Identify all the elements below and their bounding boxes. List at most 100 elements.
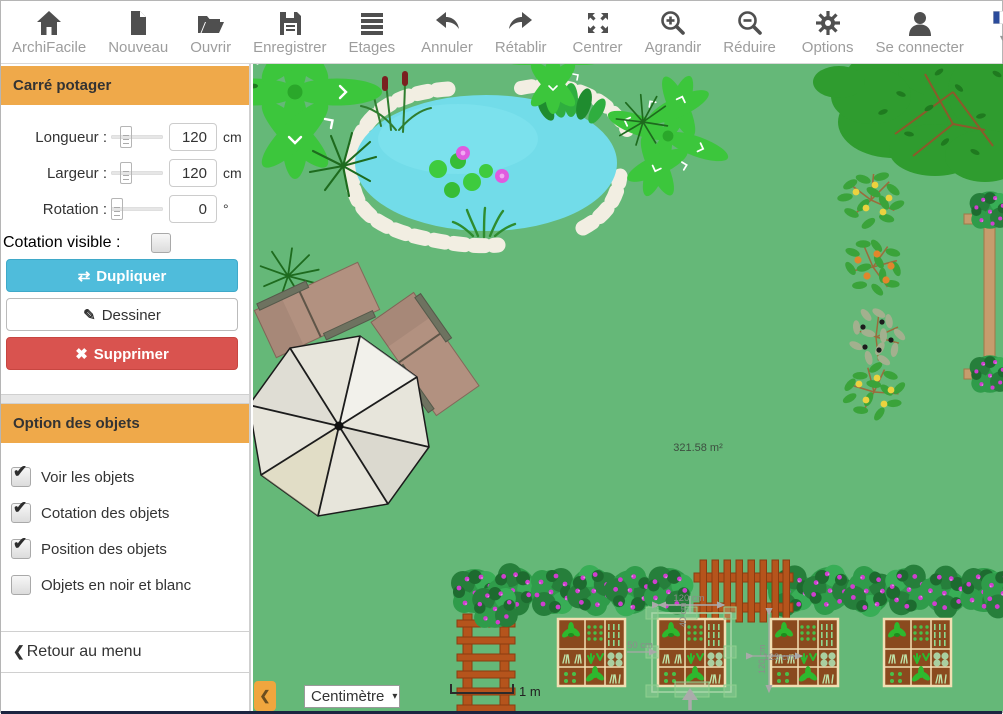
- toolbar-retablir-button[interactable]: Rétablir: [484, 1, 558, 63]
- duplicate-button[interactable]: ⇄Dupliquer: [6, 259, 238, 292]
- unit-select[interactable]: Centimètre ▾: [304, 685, 400, 708]
- garden-plan-canvas[interactable]: 321.58 m²: [253, 64, 1003, 711]
- object-options-panel-title: Option des objets: [1, 404, 249, 443]
- option-row-position: ✔ Position des objets: [11, 539, 249, 559]
- rotation-slider[interactable]: [111, 198, 163, 220]
- toolbar-label: Se connecter: [876, 39, 964, 57]
- toolbar-nouveau-button[interactable]: Nouveau: [97, 1, 179, 63]
- option-row-noir-et-blanc: ✔ Objets en noir et blanc: [11, 575, 249, 595]
- garden-square-selected[interactable]: [658, 619, 725, 686]
- toolbar-label: Ouvrir: [190, 39, 231, 57]
- resize-handle[interactable]: [646, 607, 658, 619]
- toolbar-agrandir-button[interactable]: Agrandir: [634, 1, 713, 63]
- user-icon: [906, 7, 934, 39]
- dim-left-gap-label: 50 cm: [627, 640, 653, 651]
- left-sidebar: Carré potager Longueur : cm Largeur : cm…: [1, 64, 251, 711]
- width-slider[interactable]: [111, 162, 163, 184]
- open-folder-icon: [196, 7, 226, 39]
- toolbar-label: Etages: [348, 39, 395, 57]
- dim-row-label: 40 cm: [678, 602, 688, 627]
- rotation-row: Rotation : °: [3, 195, 241, 223]
- delete-button[interactable]: ✖Supprimer: [6, 337, 238, 370]
- trellis-bush[interactable]: [472, 586, 518, 628]
- width-row: Largeur : cm: [3, 159, 241, 187]
- center-expand-icon: [584, 7, 612, 39]
- archifacile-window: ArchiFacile Nouveau Ouvrir Enregistrer E…: [0, 0, 1003, 713]
- layers-icon: [358, 7, 386, 39]
- toolbar-label: Centrer: [573, 39, 623, 57]
- slider-thumb[interactable]: [111, 198, 123, 220]
- toolbar-centrer-button[interactable]: Centrer: [562, 1, 634, 63]
- zoom-out-icon: [736, 7, 764, 39]
- new-file-icon: [124, 7, 152, 39]
- resize-handle[interactable]: [646, 685, 658, 697]
- toolbar-seconnecter-button[interactable]: Se connecter: [865, 1, 975, 63]
- toolbar-archifacile-button[interactable]: ArchiFacile: [1, 1, 97, 63]
- panel-divider: [1, 394, 249, 404]
- toolbar-options-button[interactable]: Options: [791, 1, 865, 63]
- toolbar-label: Agrandir: [645, 39, 702, 57]
- duplicate-icon: ⇄: [78, 268, 91, 285]
- toolbar-label: Options: [802, 39, 854, 57]
- toolbar-annuler-button[interactable]: Annuler: [410, 1, 484, 63]
- toolbar-etages-button[interactable]: Etages: [337, 1, 406, 63]
- pergola-bush: [970, 191, 1003, 228]
- selected-object-panel-title: Carré potager: [1, 66, 249, 105]
- length-unit: cm: [223, 129, 242, 145]
- cotation-des-objets-checkbox[interactable]: ✔: [11, 503, 31, 523]
- main-toolbar: ArchiFacile Nouveau Ouvrir Enregistrer E…: [1, 1, 1002, 64]
- delete-cross-icon: ✖: [75, 346, 88, 363]
- language-selector[interactable]: ▾: [979, 1, 1003, 63]
- surface-area-label: 321.58 m²: [673, 442, 723, 454]
- length-slider[interactable]: [111, 126, 163, 148]
- option-row-cotation: ✔ Cotation des objets: [11, 503, 249, 523]
- object-options-list: ✔ Voir les objets ✔ Cotation des objets …: [1, 443, 249, 617]
- toolbar-enregistrer-button[interactable]: Enregistrer: [242, 1, 337, 63]
- slider-thumb[interactable]: [120, 126, 132, 148]
- resize-handle[interactable]: [724, 607, 736, 619]
- width-label: Largeur :: [3, 165, 107, 182]
- toolbar-label: Réduire: [723, 39, 776, 57]
- toolbar-ouvrir-button[interactable]: Ouvrir: [179, 1, 242, 63]
- pencil-icon: ✎: [83, 307, 96, 324]
- slider-thumb[interactable]: [120, 162, 132, 184]
- undo-icon: [433, 7, 461, 39]
- voir-les-objets-checkbox[interactable]: ✔: [11, 467, 31, 487]
- draw-button[interactable]: ✎Dessiner: [6, 298, 238, 331]
- home-icon: [35, 7, 63, 39]
- length-label: Longueur :: [3, 129, 107, 146]
- sidebar-collapse-tab[interactable]: ❮: [254, 681, 276, 711]
- position-des-objets-checkbox[interactable]: ✔: [11, 539, 31, 559]
- toolbar-label: Enregistrer: [253, 39, 326, 57]
- chevron-left-icon: ❮: [13, 643, 25, 659]
- chevron-left-icon: ❮: [260, 688, 271, 704]
- dim-width-label: 120 cm: [673, 593, 704, 604]
- plan-drawing[interactable]: 321.58 m²: [253, 64, 1003, 711]
- width-unit: cm: [223, 165, 242, 181]
- pergola-bush: [970, 355, 1003, 392]
- garden-square[interactable]: [558, 619, 625, 686]
- cotation-visible-checkbox[interactable]: ✔: [151, 233, 171, 253]
- width-input[interactable]: [169, 159, 217, 187]
- zoom-in-icon: [659, 7, 687, 39]
- save-icon: [276, 7, 304, 39]
- rotation-label: Rotation :: [3, 201, 107, 218]
- caret-down-icon: ▾: [392, 691, 397, 702]
- redo-icon: [507, 7, 535, 39]
- toolbar-label: Nouveau: [108, 39, 168, 57]
- length-input[interactable]: [169, 123, 217, 151]
- object-properties-form: Longueur : cm Largeur : cm Rotation : ° …: [1, 105, 249, 380]
- scale-label: 1 m: [519, 684, 541, 699]
- toolbar-label: Annuler: [421, 39, 473, 57]
- toolbar-label: ArchiFacile: [12, 39, 86, 57]
- cotation-visible-row: Cotation visible : ✔: [3, 233, 241, 253]
- resize-handle[interactable]: [724, 685, 736, 697]
- length-row: Longueur : cm: [3, 123, 241, 151]
- rotation-input[interactable]: [169, 195, 217, 223]
- toolbar-reduire-button[interactable]: Réduire: [712, 1, 787, 63]
- resize-handle[interactable]: [724, 646, 736, 658]
- garden-square[interactable]: [884, 619, 951, 686]
- unit-select-value: Centimètre: [311, 688, 384, 705]
- objets-noir-blanc-checkbox[interactable]: ✔: [11, 575, 31, 595]
- back-to-menu-link[interactable]: ❮Retour au menu: [1, 631, 249, 673]
